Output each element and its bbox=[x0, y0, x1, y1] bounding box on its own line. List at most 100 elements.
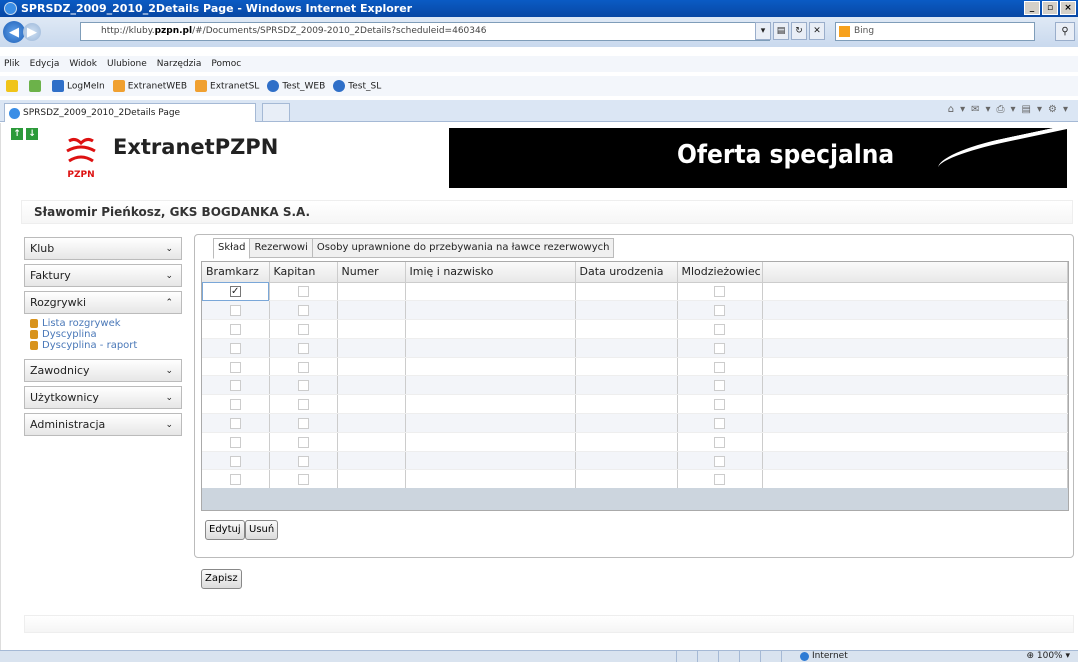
menu-tools[interactable]: Narzędzia bbox=[157, 59, 202, 69]
table-row[interactable] bbox=[202, 413, 1068, 433]
favorites-star-icon[interactable] bbox=[6, 80, 18, 92]
kapitan-checkbox[interactable] bbox=[297, 342, 309, 354]
mlodziezowiec-cell[interactable] bbox=[677, 300, 763, 321]
mlodziezowiec-cell[interactable] bbox=[677, 432, 763, 452]
kapitan-cell[interactable] bbox=[269, 300, 338, 321]
menu-help[interactable]: Pomoc bbox=[211, 59, 241, 69]
bramkarz-checkbox[interactable]: ✓ bbox=[229, 286, 241, 298]
mlodziezowiec-checkbox[interactable] bbox=[714, 380, 725, 392]
mlodziezowiec-checkbox[interactable] bbox=[714, 399, 725, 411]
kapitan-checkbox[interactable] bbox=[297, 286, 309, 298]
compatibility-icon[interactable]: ▤ bbox=[773, 22, 789, 40]
tab-osoby-uprawnione[interactable]: Osoby uprawnione do przebywania na ławce… bbox=[311, 238, 615, 258]
sidebar-item-administracja[interactable]: Administracja ⌄ bbox=[24, 413, 182, 436]
sidebar-item-klub[interactable]: Klub ⌄ bbox=[24, 237, 182, 260]
mlodziezowiec-cell[interactable] bbox=[677, 319, 763, 339]
kapitan-checkbox[interactable] bbox=[297, 305, 309, 317]
table-row[interactable] bbox=[202, 357, 1068, 377]
bramkarz-checkbox[interactable] bbox=[229, 474, 241, 486]
menu-file[interactable]: Plik bbox=[4, 59, 20, 69]
kapitan-checkbox[interactable] bbox=[297, 436, 309, 448]
kapitan-cell[interactable] bbox=[269, 357, 338, 377]
address-bar[interactable]: http://kluby.pzpn.pl/#/Documents/SPRSDZ_… bbox=[80, 22, 770, 41]
kapitan-checkbox[interactable] bbox=[297, 455, 309, 467]
add-favorite-icon[interactable] bbox=[29, 80, 41, 92]
imie-nazwisko-cell[interactable] bbox=[405, 338, 576, 358]
bramkarz-checkbox[interactable] bbox=[229, 455, 241, 467]
col-imie-nazwisko[interactable]: Imię i nazwisko bbox=[405, 262, 576, 283]
kapitan-cell[interactable] bbox=[269, 319, 338, 339]
fav-test-sl[interactable]: Test_SL bbox=[333, 80, 381, 92]
save-button[interactable]: Zapisz bbox=[201, 569, 242, 589]
stop-icon[interactable]: ✕ bbox=[809, 22, 825, 40]
data-urodzenia-cell[interactable] bbox=[575, 282, 678, 302]
mlodziezowiec-checkbox[interactable] bbox=[714, 342, 725, 354]
data-urodzenia-cell[interactable] bbox=[575, 375, 678, 396]
mlodziezowiec-cell[interactable] bbox=[677, 338, 763, 358]
bramkarz-checkbox[interactable] bbox=[229, 305, 241, 317]
numer-cell[interactable] bbox=[337, 432, 406, 452]
mlodziezowiec-cell[interactable] bbox=[677, 451, 763, 471]
bramkarz-cell[interactable] bbox=[202, 319, 270, 339]
imie-nazwisko-cell[interactable] bbox=[405, 432, 576, 452]
sidebar-item-faktury[interactable]: Faktury ⌄ bbox=[24, 264, 182, 287]
table-row[interactable]: ✓ bbox=[202, 282, 1068, 302]
refresh-icon[interactable]: ↻ bbox=[791, 22, 807, 40]
data-urodzenia-cell[interactable] bbox=[575, 432, 678, 452]
numer-cell[interactable] bbox=[337, 357, 406, 377]
data-urodzenia-cell[interactable] bbox=[575, 319, 678, 339]
data-urodzenia-cell[interactable] bbox=[575, 413, 678, 433]
link-dyscyplina-raport[interactable]: Dyscyplina - raport bbox=[30, 340, 182, 351]
imie-nazwisko-cell[interactable] bbox=[405, 413, 576, 433]
kapitan-cell[interactable] bbox=[269, 413, 338, 433]
numer-cell[interactable] bbox=[337, 338, 406, 358]
table-row[interactable] bbox=[202, 375, 1068, 396]
bramkarz-checkbox[interactable] bbox=[229, 342, 241, 354]
mlodziezowiec-cell[interactable] bbox=[677, 413, 763, 433]
delete-button[interactable]: Usuń bbox=[245, 520, 279, 540]
numer-cell[interactable] bbox=[337, 469, 406, 490]
mlodziezowiec-cell[interactable] bbox=[677, 375, 763, 396]
col-kapitan[interactable]: Kapitan bbox=[269, 262, 338, 283]
imie-nazwisko-cell[interactable] bbox=[405, 319, 576, 339]
kapitan-cell[interactable] bbox=[269, 338, 338, 358]
bramkarz-cell[interactable] bbox=[202, 357, 270, 377]
col-bramkarz[interactable]: Bramkarz bbox=[202, 262, 270, 283]
table-row[interactable] bbox=[202, 432, 1068, 452]
mlodziezowiec-checkbox[interactable] bbox=[714, 474, 725, 486]
sidebar-item-uzytkownicy[interactable]: Użytkownicy ⌄ bbox=[24, 386, 182, 409]
mlodziezowiec-cell[interactable] bbox=[677, 282, 763, 302]
kapitan-checkbox[interactable] bbox=[297, 474, 309, 486]
bramkarz-cell[interactable] bbox=[202, 469, 270, 490]
imie-nazwisko-cell[interactable] bbox=[405, 394, 576, 415]
kapitan-cell[interactable] bbox=[269, 469, 338, 490]
data-urodzenia-cell[interactable] bbox=[575, 300, 678, 321]
numer-cell[interactable] bbox=[337, 375, 406, 396]
table-row[interactable] bbox=[202, 338, 1068, 358]
fav-logmein[interactable]: LogMeIn bbox=[52, 80, 105, 92]
mlodziezowiec-checkbox[interactable] bbox=[714, 417, 725, 429]
restore-button[interactable]: ▫ bbox=[1042, 1, 1058, 15]
kapitan-cell[interactable] bbox=[269, 375, 338, 396]
link-lista-rozgrywek[interactable]: Lista rozgrywek bbox=[30, 318, 182, 329]
numer-cell[interactable] bbox=[337, 282, 406, 302]
menu-edit[interactable]: Edycja bbox=[30, 59, 60, 69]
kapitan-checkbox[interactable] bbox=[297, 323, 309, 335]
table-row[interactable] bbox=[202, 300, 1068, 321]
col-mlodziezowiec[interactable]: Mlodzieżowiec bbox=[677, 262, 763, 283]
data-urodzenia-cell[interactable] bbox=[575, 469, 678, 490]
arrow-up-icon[interactable]: ↑ bbox=[11, 128, 23, 140]
table-row[interactable] bbox=[202, 451, 1068, 471]
browser-tab[interactable]: SPRSDZ_2009_2010_2Details Page bbox=[4, 103, 256, 122]
imie-nazwisko-cell[interactable] bbox=[405, 300, 576, 321]
imie-nazwisko-cell[interactable] bbox=[405, 357, 576, 377]
fav-extranetsl[interactable]: ExtranetSL bbox=[195, 80, 259, 92]
data-urodzenia-cell[interactable] bbox=[575, 357, 678, 377]
numer-cell[interactable] bbox=[337, 394, 406, 415]
menu-view[interactable]: Widok bbox=[69, 59, 97, 69]
mlodziezowiec-cell[interactable] bbox=[677, 357, 763, 377]
search-input[interactable]: Bing bbox=[835, 22, 1035, 41]
imie-nazwisko-cell[interactable] bbox=[405, 451, 576, 471]
bramkarz-cell[interactable] bbox=[202, 338, 270, 358]
address-dropdown-icon[interactable]: ▾ bbox=[755, 22, 771, 40]
